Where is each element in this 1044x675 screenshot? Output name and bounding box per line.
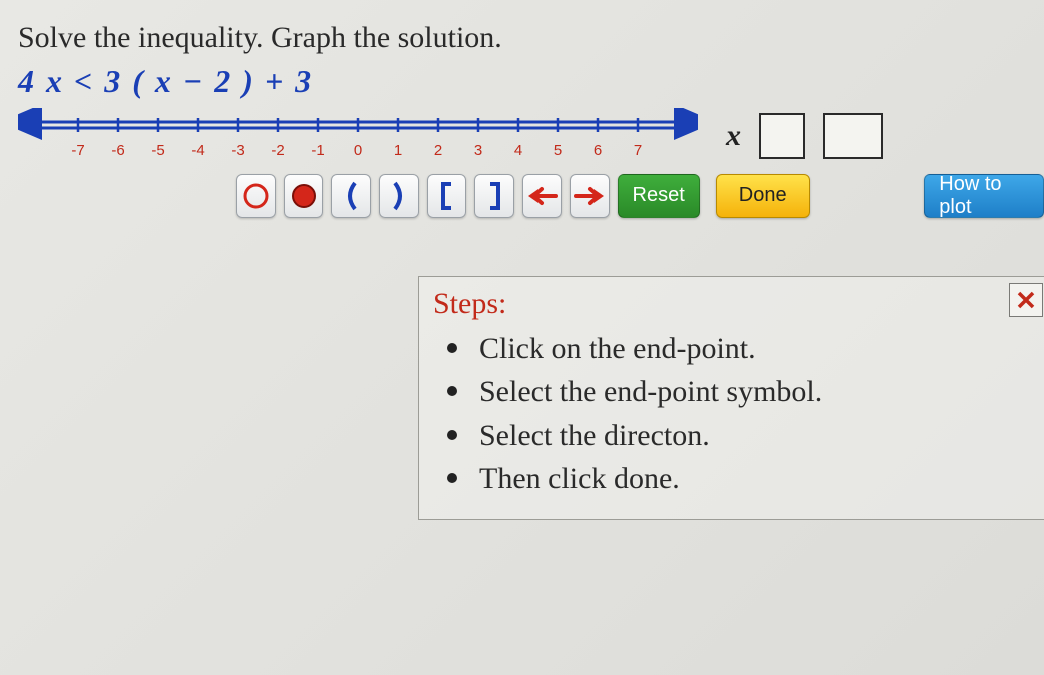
- tick-label: 1: [394, 142, 402, 159]
- tick-label: 7: [634, 142, 642, 159]
- tick-label: -6: [111, 142, 124, 159]
- bullet-icon: [447, 473, 457, 483]
- reset-button[interactable]: Reset: [618, 174, 700, 218]
- answer-area: x: [726, 113, 883, 159]
- steps-panel: Steps: Click on the end-point. Select th…: [418, 276, 1044, 520]
- close-steps-button[interactable]: [1009, 283, 1043, 317]
- answer-box-operator[interactable]: [759, 113, 805, 159]
- tick-label: 4: [514, 142, 522, 159]
- tick-label: -3: [231, 142, 244, 159]
- answer-variable: x: [726, 119, 741, 153]
- step-item: Then click done.: [447, 457, 1037, 501]
- bullet-icon: [447, 430, 457, 440]
- tick-label: 5: [554, 142, 562, 159]
- tick-label: -5: [151, 142, 164, 159]
- open-bracket-left-tool[interactable]: [427, 174, 467, 218]
- step-text: Select the end-point symbol.: [479, 370, 822, 414]
- step-item: Click on the end-point.: [447, 327, 1037, 371]
- arrow-left-tool[interactable]: [522, 174, 562, 218]
- answer-box-value[interactable]: [823, 113, 883, 159]
- step-item: Select the directon.: [447, 414, 1037, 458]
- step-text: Click on the end-point.: [479, 327, 756, 371]
- arrow-right-tool[interactable]: [570, 174, 610, 218]
- tick-label: 3: [474, 142, 482, 159]
- tick-label: 0: [354, 142, 362, 159]
- tick-label: 2: [434, 142, 442, 159]
- done-button[interactable]: Done: [716, 174, 810, 218]
- number-line[interactable]: -7 -6 -5 -4 -3 -2 -1 0 1 2 3 4 5 6 7: [18, 108, 698, 168]
- open-paren-left-tool[interactable]: [331, 174, 371, 218]
- step-text: Select the directon.: [479, 414, 710, 458]
- open-paren-right-tool[interactable]: [379, 174, 419, 218]
- bullet-icon: [447, 386, 457, 396]
- tick-label: -4: [191, 142, 204, 159]
- problem-inequality: 4 x < 3 ( x − 2 ) + 3: [18, 63, 1044, 100]
- tick-label: 6: [594, 142, 602, 159]
- tick-label: -7: [71, 142, 84, 159]
- problem-instruction: Solve the inequality. Graph the solution…: [18, 18, 1044, 59]
- how-to-plot-button[interactable]: How to plot: [924, 174, 1044, 218]
- open-circle-tool[interactable]: [236, 174, 276, 218]
- steps-title: Steps:: [433, 287, 1037, 321]
- tick-label: -2: [271, 142, 284, 159]
- step-item: Select the end-point symbol.: [447, 370, 1037, 414]
- bullet-icon: [447, 343, 457, 353]
- tick-label: -1: [311, 142, 324, 159]
- open-bracket-right-tool[interactable]: [474, 174, 514, 218]
- close-icon: [1016, 290, 1036, 310]
- closed-circle-tool[interactable]: [284, 174, 324, 218]
- step-text: Then click done.: [479, 457, 680, 501]
